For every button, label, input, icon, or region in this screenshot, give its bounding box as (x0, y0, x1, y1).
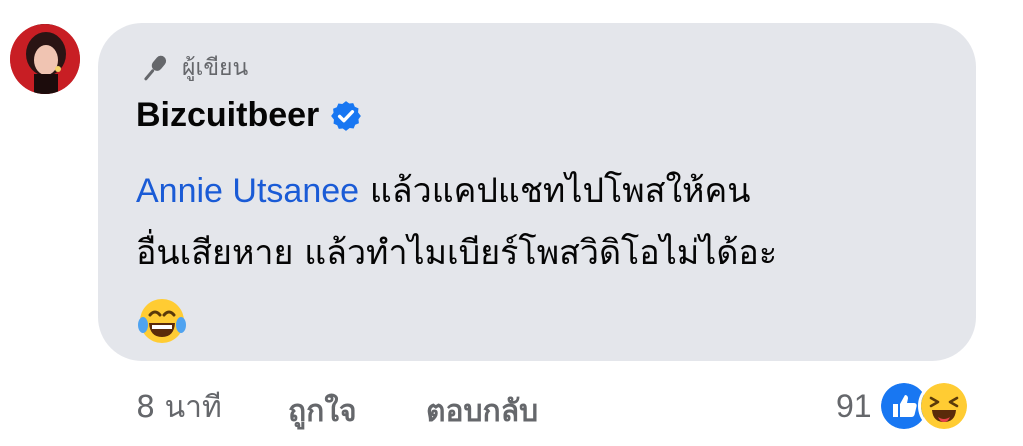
laughing-crying-emoji-icon (138, 298, 186, 343)
reaction-count: 91 (836, 387, 872, 424)
author-name-row: Bizcuitbeer (136, 96, 363, 135)
author-badge: ผู้เขียน (136, 50, 248, 86)
commenter-avatar[interactable] (10, 24, 80, 94)
author-name[interactable]: Bizcuitbeer (136, 96, 319, 135)
verified-badge-icon (331, 100, 362, 131)
microphone-icon (144, 55, 167, 81)
comment-text: Annie Utsanee แล้วแคปแชทไปโพสให้คน อื่นเ… (136, 160, 956, 348)
author-badge-label: ผู้เขียน (182, 55, 249, 81)
haha-reaction-icon (917, 380, 970, 432)
comment-text-line2: อื่นเสียหาย แล้วทำไมเบียร์โพสวิดิโอไม่ได… (136, 233, 778, 273)
like-button[interactable]: ถูกใจ (288, 388, 357, 435)
comment-timestamp[interactable]: 8 นาที (136, 384, 222, 431)
reaction-summary[interactable]: 91 (836, 380, 970, 432)
avatar-image (10, 24, 80, 94)
comment-text-line1: แล้วแคปแชทไปโพสให้คน (359, 171, 751, 211)
mention-link[interactable]: Annie Utsanee (136, 172, 359, 210)
comment-actions: 8 นาที ถูกใจ ตอบกลับ 91 (136, 380, 1023, 432)
reply-button[interactable]: ตอบกลับ (426, 388, 538, 435)
